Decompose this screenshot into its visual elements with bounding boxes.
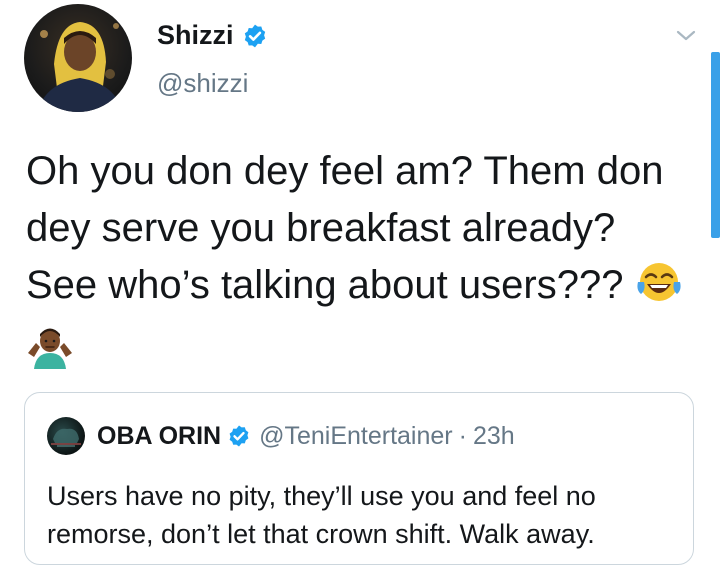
- author-name[interactable]: Shizzi: [157, 20, 234, 51]
- avatar-photo: [38, 22, 122, 112]
- quoted-author-name[interactable]: OBA ORIN: [97, 422, 221, 451]
- chevron-down-icon[interactable]: [674, 24, 698, 48]
- verified-badge-icon: [242, 23, 268, 49]
- quoted-tweet-header: OBA ORIN @TeniEntertainer · 23h: [47, 417, 515, 455]
- scrollbar-thumb[interactable]: [711, 52, 720, 238]
- quoted-timestamp[interactable]: 23h: [473, 422, 515, 451]
- author-avatar[interactable]: [24, 4, 132, 112]
- quoted-author-avatar[interactable]: [47, 417, 85, 455]
- tweet-text: Oh you don dey feel am? Them don dey ser…: [26, 143, 696, 387]
- tweet-body: Oh you don dey feel am? Them don dey ser…: [26, 149, 664, 307]
- quoted-tweet-text: Users have no pity, they’ll use you and …: [47, 481, 596, 549]
- author-handle[interactable]: @shizzi: [157, 68, 248, 99]
- man-shrugging-emoji: [26, 323, 74, 387]
- author-name-row[interactable]: Shizzi: [157, 20, 268, 51]
- quoted-author-handle[interactable]: @TeniEntertainer: [259, 422, 453, 451]
- quoted-avatar-photo: [51, 428, 81, 447]
- face-with-tears-of-joy-emoji: [635, 258, 683, 322]
- quoted-tweet-card[interactable]: OBA ORIN @TeniEntertainer · 23h Users ha…: [24, 392, 694, 565]
- verified-badge-icon: [227, 424, 251, 448]
- quoted-separator: ·: [458, 421, 467, 450]
